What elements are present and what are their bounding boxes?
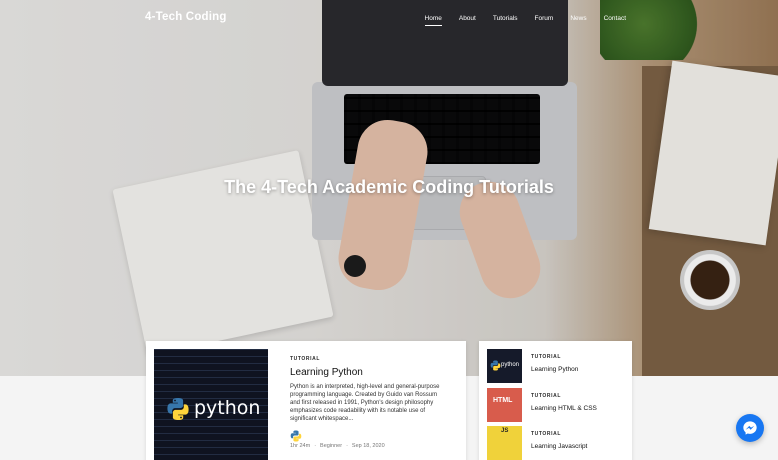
python-wordmark: python xyxy=(194,397,261,419)
nav-item-contact[interactable]: Contact xyxy=(604,15,626,22)
nav-item-news[interactable]: News xyxy=(570,15,586,22)
javascript-thumbnail[interactable]: JS xyxy=(487,426,522,460)
thumb-label: JS xyxy=(501,428,509,434)
python-thumbnail[interactable]: python xyxy=(154,349,268,460)
tutorial-list-card: python TUTORIAL Learning Python HTML TUT… xyxy=(479,341,632,460)
hero-title: The 4-Tech Academic Coding Tutorials xyxy=(224,177,554,197)
main-nav: Home About Tutorials Forum News Contact xyxy=(408,15,626,26)
list-item-tag: TUTORIAL xyxy=(531,354,561,360)
list-item-title[interactable]: Learning Javascript xyxy=(531,443,587,450)
nav-item-forum[interactable]: Forum xyxy=(535,15,554,22)
list-item-title[interactable]: Learning HTML & CSS xyxy=(531,405,597,412)
featured-tutorial-card[interactable]: python TUTORIAL Learning Python Python i… xyxy=(146,341,466,460)
list-item[interactable]: JS TUTORIAL Learning Javascript xyxy=(487,426,627,460)
list-item[interactable]: HTML TUTORIAL Learning HTML & CSS xyxy=(487,388,627,422)
nav-item-tutorials[interactable]: Tutorials xyxy=(493,15,518,22)
nav-item-about[interactable]: About xyxy=(459,15,476,22)
python-logo-icon xyxy=(167,398,189,420)
featured-tag: TUTORIAL xyxy=(290,356,320,362)
list-item-tag: TUTORIAL xyxy=(531,431,561,437)
meta-separator: · xyxy=(314,443,317,449)
meta-separator: · xyxy=(346,443,348,449)
thumb-label: python xyxy=(501,362,520,368)
meta-level: Beginner xyxy=(320,443,343,449)
list-item[interactable]: python TUTORIAL Learning Python xyxy=(487,349,627,383)
python-logo-icon xyxy=(490,360,501,371)
meta-duration: 1hr 24m xyxy=(290,443,311,449)
featured-description: Python is an interpreted, high-level and… xyxy=(290,384,440,422)
python-author-icon xyxy=(290,430,302,442)
messenger-chat-button[interactable] xyxy=(736,414,764,442)
messenger-icon xyxy=(743,421,757,435)
html-css-thumbnail[interactable]: HTML xyxy=(487,388,522,422)
featured-meta: 1hr 24m · Beginner · Sep 18, 2020 xyxy=(290,443,385,449)
site-logo[interactable]: 4-Tech Coding xyxy=(145,11,227,23)
meta-date: Sep 18, 2020 xyxy=(351,443,385,449)
list-item-tag: TUTORIAL xyxy=(531,393,561,399)
list-item-title[interactable]: Learning Python xyxy=(531,366,578,373)
featured-title-link[interactable]: Learning Python xyxy=(290,367,363,378)
nav-item-home[interactable]: Home xyxy=(424,15,443,26)
thumb-label: HTML xyxy=(493,397,513,404)
python-thumbnail[interactable]: python xyxy=(487,349,522,383)
